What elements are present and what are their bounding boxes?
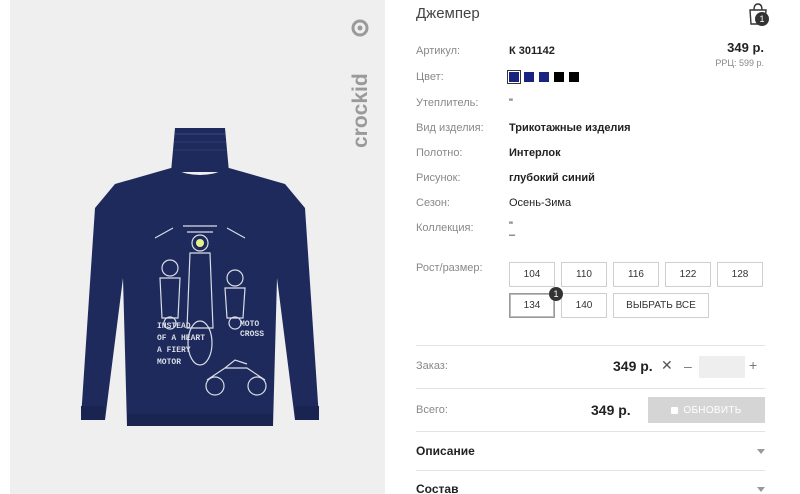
divider [416,431,765,432]
attr-value-fabric: Интерлок [509,147,561,159]
product-image-panel: crockid INSTEAD OF A HEART A FIERY MOTOR… [10,0,385,494]
remove-icon[interactable]: ✕ [661,357,673,374]
brand-logo: crockid [349,19,372,148]
attr-label-product-type: Вид изделия: [416,122,484,134]
size-option-134[interactable]: 134 [509,293,555,318]
size-option-104[interactable]: 104 [509,262,555,287]
total-price: 349 р. [591,402,631,418]
attr-value-collection-dash: – [509,229,516,241]
recommended-retail-price: РРЦ: 599 р. [715,58,764,68]
update-button-label: ОБНОВИТЬ [683,404,742,416]
quantity-increase-button[interactable]: + [749,357,757,373]
attr-label-article: Артикул: [416,45,461,57]
size-label: Рост/размер: [416,262,483,274]
print-text-line: CROSS [240,330,264,339]
print-text-line: INSTEAD [157,322,191,331]
quantity-input[interactable] [699,356,745,378]
divider [416,388,765,389]
attr-label-season: Сезон: [416,197,450,209]
product-price: 349 р. [727,40,764,55]
print-text-line: MOTOR [157,358,181,367]
chevron-down-icon[interactable] [757,487,765,492]
color-swatch[interactable] [524,72,534,82]
color-swatches [507,70,579,84]
accordion-description[interactable]: Описание [416,444,475,458]
size-option-110[interactable]: 110 [561,262,607,287]
size-option-140[interactable]: 140 [561,293,607,318]
print-text-line: OF A HEART [157,334,205,343]
divider [416,345,765,346]
product-title: Джемпер [416,5,480,22]
attr-label-insulation: Утеплитель: [416,97,479,109]
attr-label-fabric: Полотно: [416,147,463,159]
select-all-sizes-button[interactable]: ВЫБРАТЬ ВСЕ [613,293,709,318]
print-text-line: MOTO [240,320,259,329]
attr-value-insulation: " [509,97,513,109]
attr-value-article: К 301142 [509,45,555,57]
attr-label-collection: Коллекция: [416,222,474,234]
attr-value-season: Осень-Зима [509,197,572,209]
attr-label-color: Цвет: [416,71,444,83]
order-price: 349 р. [613,358,653,374]
size-option-128[interactable]: 128 [717,262,763,287]
color-swatch[interactable] [539,72,549,82]
color-swatch[interactable] [569,72,579,82]
cart-icon [671,406,679,414]
attr-value-pattern: глубокий синий [509,172,595,184]
order-label: Заказ: [416,360,448,372]
accordion-composition[interactable]: Состав [416,482,458,494]
color-swatch[interactable] [507,70,521,84]
svg-text:crockid: crockid [349,73,372,148]
cart-count-badge: 1 [755,12,769,26]
size-option-122[interactable]: 122 [665,262,711,287]
update-button[interactable]: ОБНОВИТЬ [648,397,765,423]
chevron-down-icon[interactable] [757,449,765,454]
divider [416,470,765,471]
print-text-line: A FIERY [157,346,191,355]
quantity-decrease-button[interactable]: – [684,358,692,374]
total-label: Всего: [416,404,448,416]
selected-size-count-badge: 1 [549,287,563,301]
attr-value-product-type: Трикотажные изделия [509,122,631,134]
color-swatch[interactable] [554,72,564,82]
product-photo[interactable]: INSTEAD OF A HEART A FIERY MOTOR MOTO CR… [75,128,325,428]
attr-label-pattern: Рисунок: [416,172,461,184]
size-option-116[interactable]: 116 [613,262,659,287]
